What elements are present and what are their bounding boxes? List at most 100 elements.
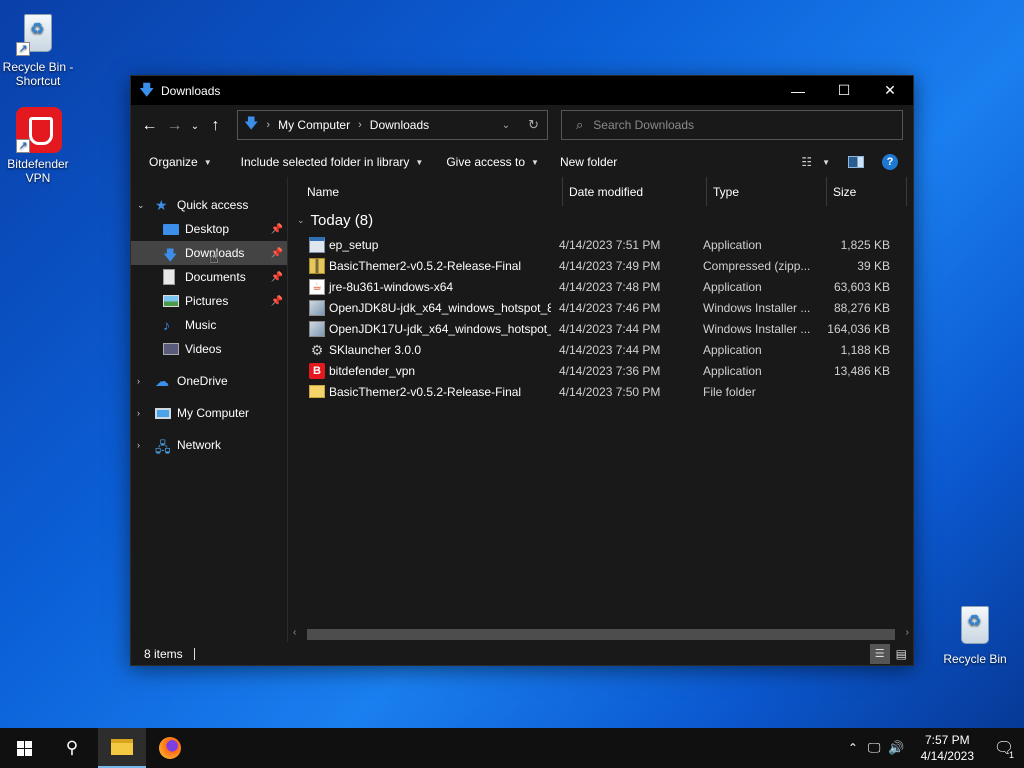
search-button[interactable]: ⚲ xyxy=(48,728,96,768)
chevron-down-icon[interactable]: ⌄ xyxy=(137,200,147,211)
give-access-button[interactable]: Give access to ▼ xyxy=(437,147,548,177)
column-header-name[interactable]: Name xyxy=(289,177,563,206)
start-button[interactable] xyxy=(0,728,48,768)
taskbar-file-explorer[interactable] xyxy=(98,728,146,768)
nav-item-videos[interactable]: Videos xyxy=(131,337,287,361)
desktop-icon-recycle-bin[interactable]: Recycle Bin xyxy=(937,600,1013,666)
organize-button[interactable]: Organize ▼ xyxy=(140,147,221,177)
desktop-icon-recycle-bin-shortcut[interactable]: ↗ Recycle Bin - Shortcut xyxy=(0,8,76,88)
recycle-bin-icon: ↗ xyxy=(14,8,62,56)
caret-down-icon: ▼ xyxy=(203,157,212,167)
column-header-type[interactable]: Type xyxy=(707,177,827,206)
msi-icon xyxy=(309,320,325,337)
minimize-button[interactable]: — xyxy=(775,76,821,105)
column-header-date[interactable]: Date modified xyxy=(563,177,707,206)
horizontal-scrollbar[interactable]: ‹ › xyxy=(289,627,913,642)
nav-network[interactable]: › 🖧 Network xyxy=(131,433,287,457)
column-header-size[interactable]: Size xyxy=(827,177,907,206)
recent-locations-button[interactable]: ⌄ xyxy=(187,114,203,139)
file-date: 4/14/2023 7:50 PM xyxy=(559,384,661,399)
star-icon: ★ xyxy=(155,197,168,213)
java-icon: ☕ xyxy=(309,278,325,295)
desktop-icon-label: Recycle Bin xyxy=(943,652,1007,666)
group-header-today[interactable]: ⌄ Today (8) xyxy=(289,206,913,234)
notification-button[interactable]: 🗨 1 xyxy=(984,728,1024,768)
table-row[interactable]: OpenJDK17U-jdk_x64_windows_hotspot_... 4… xyxy=(289,318,913,339)
column-label: Size xyxy=(833,184,857,199)
nav-onedrive[interactable]: › ☁ OneDrive xyxy=(131,369,287,393)
chevron-down-icon[interactable]: ⌄ xyxy=(502,120,510,131)
search-icon: ⚲ xyxy=(65,738,79,757)
pin-icon[interactable]: 📌 xyxy=(271,248,283,259)
details-view-icon[interactable]: ☰ xyxy=(869,643,890,664)
file-size: 88,276 KB xyxy=(833,300,890,315)
help-button[interactable]: ? xyxy=(873,147,907,177)
forward-button[interactable]: → xyxy=(162,114,187,139)
nav-quick-access[interactable]: ⌄ ★ Quick access xyxy=(131,193,287,217)
title-bar[interactable]: 🡇 Downloads — ☐ ✕ xyxy=(131,76,913,105)
breadcrumb-separator: › xyxy=(358,119,362,131)
organize-label: Organize xyxy=(149,155,198,169)
maximize-button[interactable]: ☐ xyxy=(821,76,867,105)
nav-label: OneDrive xyxy=(177,374,228,388)
chevron-right-icon[interactable]: › xyxy=(137,376,147,386)
folder-icon xyxy=(309,385,325,398)
volume-icon[interactable]: 🔊 xyxy=(888,740,904,756)
nav-item-music[interactable]: ♪ Music xyxy=(131,313,287,337)
table-row[interactable]: ⚙ SKlauncher 3.0.0 4/14/2023 7:44 PM Appl… xyxy=(289,339,913,360)
pin-icon[interactable]: 📌 xyxy=(271,224,283,235)
file-date: 4/14/2023 7:44 PM xyxy=(559,342,661,357)
pin-icon[interactable]: 📌 xyxy=(271,296,283,307)
table-row[interactable]: BasicThemer2-v0.5.2-Release-Final 4/14/2… xyxy=(289,255,913,276)
include-in-library-button[interactable]: Include selected folder in library ▼ xyxy=(232,147,433,177)
clock-time: 7:57 PM xyxy=(924,733,970,747)
chevron-right-icon[interactable]: › xyxy=(137,408,147,418)
scroll-left-icon[interactable]: ‹ xyxy=(293,627,296,638)
documents-icon xyxy=(163,269,175,285)
table-row[interactable]: ep_setup 4/14/2023 7:51 PM Application 1… xyxy=(289,234,913,255)
search-box[interactable]: ⌕ Search Downloads xyxy=(561,110,903,140)
folder-icon xyxy=(111,739,133,755)
file-type: File folder xyxy=(703,384,756,399)
address-bar[interactable]: 🡇 › My Computer › Downloads ⌄ ↻ xyxy=(237,110,548,140)
pin-icon[interactable]: 📌 xyxy=(271,272,283,283)
chevron-right-icon[interactable]: › xyxy=(137,440,147,450)
preview-pane-icon xyxy=(848,156,864,168)
desktop-icon-bitdefender-vpn[interactable]: ↗ Bitdefender VPN xyxy=(0,105,76,185)
nav-item-desktop[interactable]: Desktop 📌 xyxy=(131,217,287,241)
nav-item-pictures[interactable]: Pictures 📌 xyxy=(131,289,287,313)
system-tray: ⌃ 🖵 🔊 7:57 PM 4/14/2023 🗨 1 xyxy=(848,728,1024,768)
help-icon: ? xyxy=(882,154,898,170)
nav-my-computer[interactable]: › My Computer xyxy=(131,401,287,425)
table-row[interactable]: Bbitdefender_vpn 4/14/2023 7:36 PM Appli… xyxy=(289,360,913,381)
file-size: 13,486 KB xyxy=(833,363,890,378)
up-button[interactable]: ↑ xyxy=(203,114,228,139)
view-options-button[interactable]: ☷ ▼ xyxy=(792,147,839,177)
table-row[interactable]: ☕ jre-8u361-windows-x64 4/14/2023 7:48 PM… xyxy=(289,276,913,297)
scrollbar-thumb[interactable] xyxy=(307,629,895,640)
file-date: 4/14/2023 7:48 PM xyxy=(559,279,661,294)
file-size: 63,603 KB xyxy=(833,279,890,294)
explorer-window: 🡇 Downloads — ☐ ✕ ← → ⌄ ↑ 🡇 › My Compute… xyxy=(130,75,914,666)
chevron-up-icon[interactable]: ⌃ xyxy=(848,741,858,755)
file-size: 39 KB xyxy=(857,258,890,273)
clock[interactable]: 7:57 PM 4/14/2023 xyxy=(911,732,984,764)
taskbar-firefox[interactable] xyxy=(146,728,194,768)
breadcrumb-my-computer[interactable]: My Computer xyxy=(278,118,350,132)
back-button[interactable]: ← xyxy=(137,114,162,139)
file-list: ep_setup 4/14/2023 7:51 PM Application 1… xyxy=(289,234,913,402)
file-type: Windows Installer ... xyxy=(703,321,811,336)
table-row[interactable]: BasicThemer2-v0.5.2-Release-Final 4/14/2… xyxy=(289,381,913,402)
preview-pane-button[interactable] xyxy=(839,147,873,177)
large-icons-view-icon[interactable]: ▤ xyxy=(896,647,907,661)
chevron-down-icon[interactable]: ⌄ xyxy=(297,215,305,226)
network-icon[interactable]: 🖵 xyxy=(868,740,881,756)
table-row[interactable]: OpenJDK8U-jdk_x64_windows_hotspot_8... 4… xyxy=(289,297,913,318)
new-folder-button[interactable]: New folder xyxy=(551,147,626,177)
close-button[interactable]: ✕ xyxy=(867,76,913,105)
scroll-right-icon[interactable]: › xyxy=(906,627,909,638)
breadcrumb-downloads[interactable]: Downloads xyxy=(370,118,429,132)
nav-item-documents[interactable]: Documents 📌 xyxy=(131,265,287,289)
file-type: Application xyxy=(703,279,762,294)
refresh-icon[interactable]: ↻ xyxy=(528,117,539,133)
